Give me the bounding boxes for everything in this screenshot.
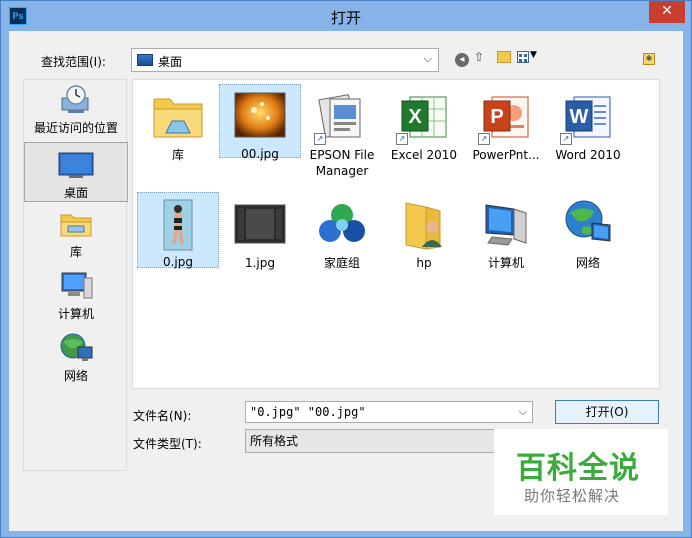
file-item[interactable]: hp bbox=[383, 194, 465, 274]
file-label: 库 bbox=[171, 148, 184, 162]
svg-text:X: X bbox=[408, 106, 422, 128]
file-item[interactable]: 0.jpg bbox=[137, 192, 219, 269]
watermark: 百科全说 助你轻松解决 bbox=[494, 429, 668, 515]
title-bar[interactable]: Ps 打开 ✕ bbox=[1, 1, 691, 31]
image-thumbnail-icon bbox=[163, 199, 193, 251]
file-label: Word 2010 bbox=[555, 148, 621, 162]
place-computer[interactable]: 计算机 bbox=[24, 270, 128, 322]
file-item[interactable]: 1.jpg bbox=[219, 194, 301, 274]
filename-value: "0.jpg" "00.jpg" bbox=[250, 405, 366, 419]
image-thumbnail-icon bbox=[234, 204, 286, 244]
up-folder-icon[interactable]: ⇧ bbox=[474, 50, 484, 64]
svg-text:W: W bbox=[570, 106, 589, 128]
new-folder-icon[interactable] bbox=[497, 51, 511, 63]
place-desktop[interactable]: 桌面 bbox=[24, 142, 128, 202]
file-label: EPSON File Manager bbox=[309, 148, 375, 178]
place-label: 网络 bbox=[63, 369, 88, 383]
place-network[interactable]: 网络 bbox=[24, 332, 128, 384]
places-bar: 最近访问的位置 桌面 库 计算机 网络 bbox=[23, 79, 128, 471]
shortcut-arrow-icon: ↗ bbox=[478, 133, 490, 145]
file-list-view[interactable]: 库 00.jpg ↗ EPSON File Manager X ↗ Excel … bbox=[132, 79, 660, 389]
open-dialog: Ps 打开 ✕ 查找范围(I): 桌面 ⌵ ◂ ⇧ ▼ ✱ 最近访问的位置 桌面… bbox=[0, 0, 692, 538]
file-item[interactable]: 00.jpg bbox=[219, 84, 301, 161]
file-label: 1.jpg bbox=[244, 256, 276, 270]
chevron-down-icon[interactable]: ⌵ bbox=[519, 402, 527, 422]
svg-text:P: P bbox=[490, 106, 503, 128]
file-label: 家庭组 bbox=[323, 256, 360, 270]
computer-icon bbox=[61, 272, 93, 299]
filename-label: 文件名(N): bbox=[133, 409, 192, 423]
place-label: 库 bbox=[69, 245, 82, 259]
file-label: hp bbox=[416, 256, 432, 270]
shortcut-arrow-icon: ↗ bbox=[560, 133, 572, 145]
back-icon[interactable]: ◂ bbox=[455, 53, 469, 67]
file-label: Excel 2010 bbox=[390, 148, 458, 162]
library-folder-icon bbox=[153, 98, 203, 138]
shortcut-arrow-icon: ↗ bbox=[314, 133, 326, 145]
homegroup-icon bbox=[319, 204, 365, 242]
desktop-icon bbox=[137, 54, 153, 66]
network-icon bbox=[565, 200, 611, 242]
look-in-combobox[interactable]: 桌面 ⌵ bbox=[131, 48, 439, 72]
chevron-down-icon[interactable]: ⌵ bbox=[424, 52, 432, 66]
computer-icon bbox=[485, 204, 527, 246]
shortcut-arrow-icon: ↗ bbox=[396, 133, 408, 145]
filetype-select[interactable]: 所有格式 bbox=[245, 429, 533, 453]
file-item[interactable]: X ↗ Excel 2010 bbox=[383, 86, 465, 166]
watermark-title: 百科全说 bbox=[516, 451, 640, 486]
place-label: 计算机 bbox=[57, 307, 94, 321]
watermark-subtitle: 助你轻松解决 bbox=[524, 487, 621, 505]
file-item[interactable]: 家庭组 bbox=[301, 194, 383, 274]
file-item[interactable]: W ↗ Word 2010 bbox=[547, 86, 629, 166]
filename-input[interactable]: "0.jpg" "00.jpg" ⌵ bbox=[245, 401, 533, 423]
desktop-icon bbox=[58, 152, 94, 178]
image-thumbnail-icon bbox=[234, 92, 286, 138]
place-label: 桌面 bbox=[63, 186, 88, 200]
view-dropdown-icon[interactable]: ▼ bbox=[530, 50, 537, 60]
place-recent[interactable]: 最近访问的位置 bbox=[24, 84, 128, 136]
place-library[interactable]: 库 bbox=[24, 208, 128, 260]
file-item[interactable]: 计算机 bbox=[465, 194, 547, 274]
favorites-folder-icon[interactable]: ✱ bbox=[643, 53, 655, 65]
view-menu-icon[interactable] bbox=[517, 51, 529, 63]
file-item[interactable]: 库 bbox=[137, 86, 219, 166]
user-folder-icon bbox=[405, 202, 442, 250]
place-label: 最近访问的位置 bbox=[33, 121, 118, 135]
file-label: 计算机 bbox=[487, 256, 524, 270]
recent-places-icon bbox=[61, 85, 89, 113]
close-button[interactable]: ✕ bbox=[649, 1, 685, 23]
file-item[interactable]: 网络 bbox=[547, 194, 629, 274]
look-in-label: 查找范围(I): bbox=[41, 55, 106, 69]
filetype-label: 文件类型(T): bbox=[133, 437, 202, 451]
file-label: 0.jpg bbox=[162, 255, 194, 269]
window-title: 打开 bbox=[330, 9, 361, 27]
file-label: PowerPnt... bbox=[472, 148, 540, 162]
network-icon bbox=[60, 333, 93, 361]
library-icon bbox=[60, 214, 92, 237]
file-label: 00.jpg bbox=[241, 147, 279, 161]
look-in-value: 桌面 bbox=[158, 55, 183, 69]
filetype-value: 所有格式 bbox=[250, 434, 299, 448]
file-label: 网络 bbox=[575, 256, 600, 270]
file-item[interactable]: P ↗ PowerPnt... bbox=[465, 86, 547, 166]
open-button[interactable]: 打开(O) bbox=[555, 400, 659, 424]
file-item[interactable]: ↗ EPSON File Manager bbox=[301, 86, 383, 182]
